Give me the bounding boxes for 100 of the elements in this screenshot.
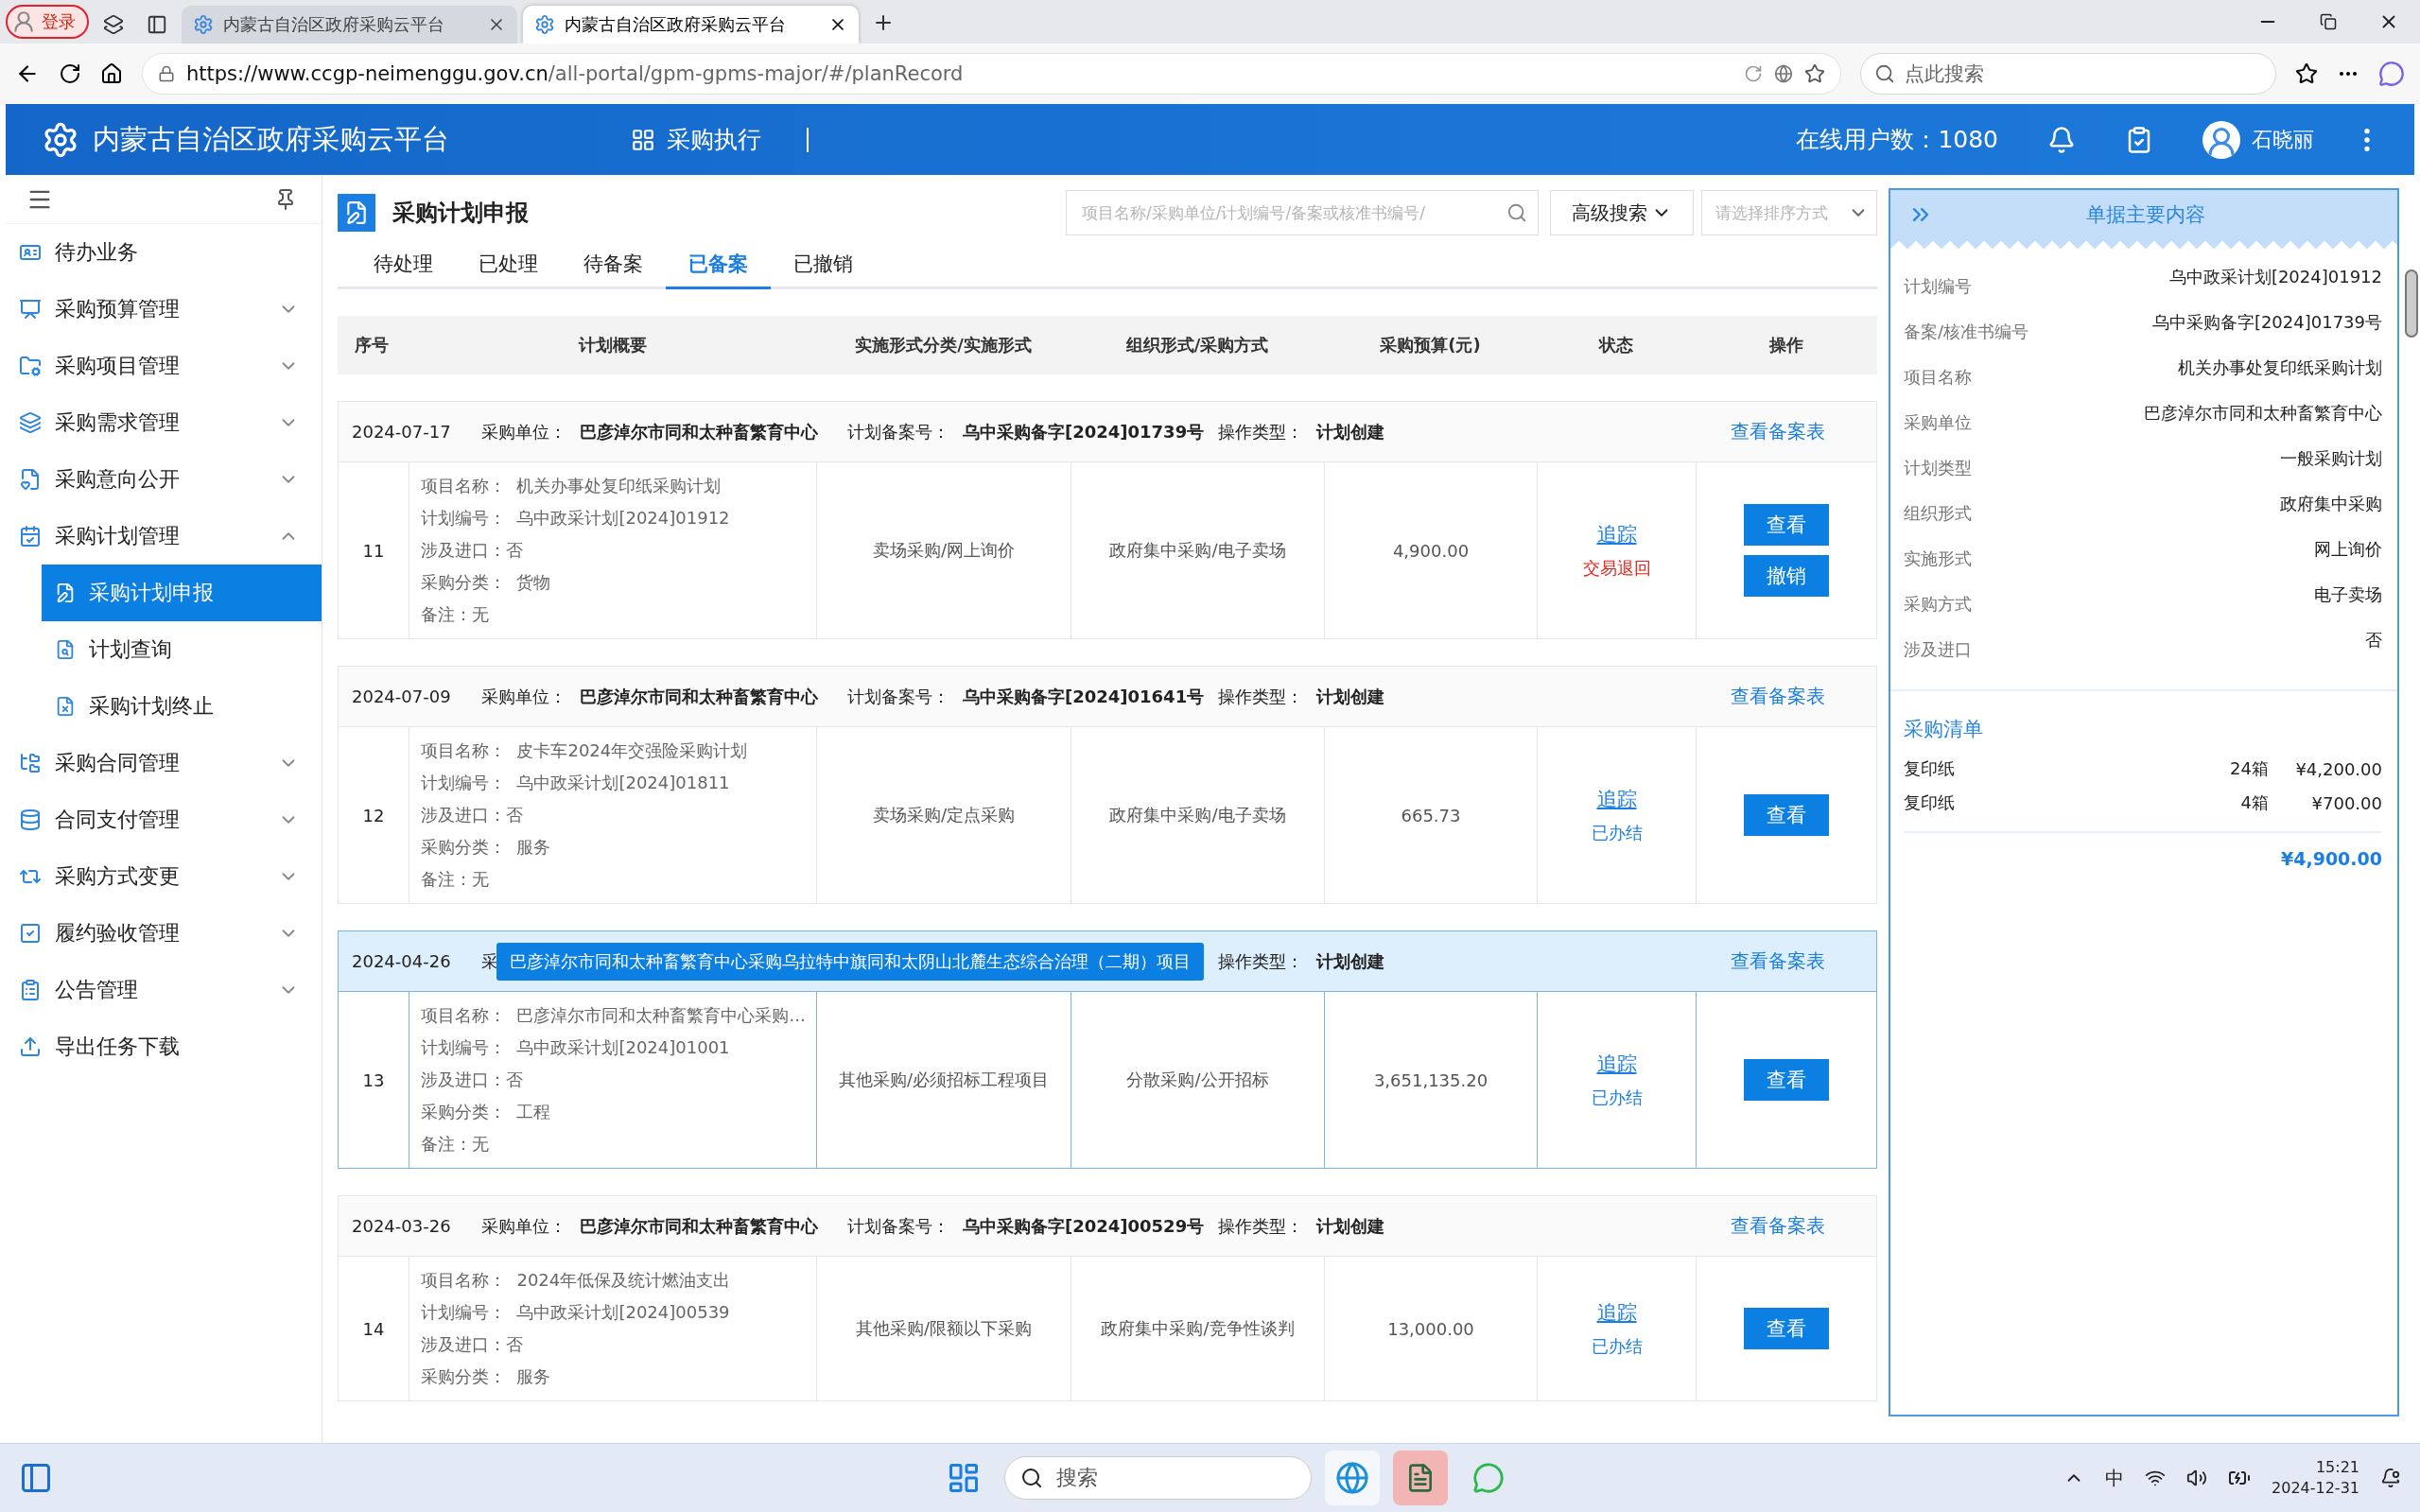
field-label: 实施形式 <box>1904 547 1972 570</box>
sidebar-item[interactable]: 待办业务 <box>6 224 322 281</box>
table-cell: 卖场采购/网上询价 <box>872 539 1016 562</box>
field-value: 巴彦淖尔市同和太种畜繁育中心 <box>580 1214 818 1238</box>
item-name: 复印纸 <box>1904 791 1956 814</box>
sidebar-item[interactable]: 采购方式变更 <box>6 848 322 905</box>
sidebar-item[interactable]: 采购计划管理 <box>6 508 322 565</box>
action-button[interactable]: 查看 <box>1744 504 1829 546</box>
profile-button[interactable]: 登录 <box>6 5 89 39</box>
favorites-icon[interactable] <box>2295 62 2318 85</box>
sidebar-subitem[interactable]: 采购计划终止 <box>42 678 322 735</box>
view-filing-link[interactable]: 查看备案表 <box>1731 684 1876 709</box>
column-header: 状态 <box>1597 334 1634 356</box>
bell-icon[interactable] <box>2047 125 2076 154</box>
restore-icon[interactable] <box>2320 13 2337 30</box>
view-filing-link[interactable]: 查看备案表 <box>1731 1213 1876 1239</box>
plan-detail-text: 涉及进口：否 <box>421 804 523 826</box>
action-button[interactable]: 查看 <box>1744 1308 1829 1349</box>
track-link[interactable]: 追踪 <box>1596 521 1637 547</box>
plan-detail-text: 涉及进口：否 <box>421 1069 523 1091</box>
start-icon[interactable] <box>947 1461 981 1495</box>
browser-icon[interactable] <box>1335 1461 1369 1495</box>
plan-detail-text: 项目名称： 巴彦淖尔市同和太种畜繁育中心采购... <box>421 1004 806 1027</box>
tab[interactable]: 已备案 <box>666 241 771 289</box>
track-link[interactable]: 追踪 <box>1596 1051 1637 1077</box>
tab[interactable]: 待备案 <box>561 241 666 289</box>
row-number: 14 <box>362 1318 385 1339</box>
search-field[interactable]: 项目名称/采购单位/计划编号/备案或核准书编号/ <box>1066 190 1539 235</box>
tab[interactable]: 已处理 <box>456 241 561 289</box>
module-menu[interactable]: 采购执行 <box>625 123 767 156</box>
sidebar-item[interactable]: 采购项目管理 <box>6 338 322 394</box>
calendar-check-icon <box>19 525 42 547</box>
plan-detail-text: 采购分类： 服务 <box>421 836 551 859</box>
search-icon[interactable] <box>1506 202 1527 223</box>
plan-detail-text: 计划编号： 乌中政采计划[2024]01001 <box>421 1036 730 1059</box>
sidebar-item[interactable]: 导出任务下载 <box>6 1018 322 1075</box>
user-name[interactable]: 石晓丽 <box>2252 125 2314 154</box>
plan-detail-text: 项目名称： 2024年低保及统计燃油支出 <box>421 1269 731 1292</box>
address-bar[interactable]: https://www.ccgp-neimenggu.gov.cn/all-portal/gpm-gpms-major/#/planRecord <box>142 53 1841 95</box>
document-heart-icon <box>19 468 42 491</box>
document-cancel-icon <box>55 696 76 717</box>
track-link[interactable]: 追踪 <box>1596 786 1637 812</box>
sidebar-item[interactable]: 采购意向公开 <box>6 451 322 508</box>
refresh-icon[interactable] <box>1744 64 1763 83</box>
tab[interactable]: 待处理 <box>351 241 456 289</box>
action-button[interactable]: 查看 <box>1744 1059 1829 1101</box>
widgets-icon[interactable] <box>19 1461 53 1495</box>
field-value: 计划创建 <box>1316 685 1384 708</box>
reload-icon[interactable] <box>59 62 81 85</box>
field-value: 电子卖场 <box>2314 583 2382 606</box>
user-avatar[interactable] <box>2202 120 2240 159</box>
document-pen-icon <box>55 582 76 603</box>
sidebar-item[interactable]: 采购需求管理 <box>6 394 322 451</box>
gear-icon <box>534 14 555 35</box>
field-value: 乌中采购备字[2024]01739号 <box>2151 311 2382 334</box>
sidebar-item[interactable]: 合同支付管理 <box>6 791 322 848</box>
browser-tab[interactable]: 内蒙古自治区政府采购云平台 <box>523 6 859 43</box>
star-icon[interactable] <box>1804 63 1825 84</box>
status-text: 已办结 <box>1591 1335 1643 1358</box>
item-price: ¥4,200.00 <box>2294 758 2382 779</box>
clock[interactable]: 15:21 2024-12-31 <box>2272 1457 2359 1499</box>
checkbox-icon <box>19 922 42 945</box>
field-label: 操作类型： <box>1218 949 1303 973</box>
status-text: 已办结 <box>1591 1086 1643 1109</box>
sidebar-subitem[interactable]: 采购计划申报 <box>42 565 322 621</box>
home-icon[interactable] <box>100 62 123 85</box>
plan-detail-text: 涉及进口：否 <box>421 1333 523 1356</box>
field-label: 采购单位： <box>481 420 566 443</box>
scrollbar-thumb[interactable] <box>2405 269 2418 338</box>
sidebar-item[interactable]: 履约验收管理 <box>6 905 322 962</box>
notification-icon[interactable] <box>2380 1468 2401 1488</box>
field-label: 计划备案号： <box>847 420 949 443</box>
browser-tab[interactable]: 内蒙古自治区政府采购云平台 <box>182 6 517 43</box>
tab[interactable]: 已撤销 <box>771 241 876 289</box>
field-value: 乌中采购备字[2024]00529号 <box>963 1214 1205 1238</box>
record-date: 2024-07-09 <box>352 686 452 706</box>
budget-cell: 4,900.00 <box>1392 540 1470 561</box>
plan-detail-text: 备注：无 <box>421 1133 489 1156</box>
field-value: 网上询价 <box>2314 538 2382 561</box>
speaker-icon[interactable] <box>2186 1468 2207 1488</box>
taskbar-search[interactable]: 搜索 <box>1004 1456 1312 1500</box>
search-field[interactable]: 点此搜索 <box>1860 53 2276 95</box>
field-value: 乌中采购备字[2024]01641号 <box>963 685 1205 708</box>
sidebar-item[interactable]: 公告管理 <box>6 962 322 1018</box>
plan-detail-text: 采购分类： 服务 <box>421 1365 551 1388</box>
sidebar-item[interactable]: 采购预算管理 <box>6 281 322 338</box>
advanced-search-button[interactable]: 高级搜索 <box>1550 190 1694 235</box>
sidebar-item[interactable]: 采购合同管理 <box>6 735 322 791</box>
column-header: 序号 <box>354 334 390 356</box>
sidebar-subitem[interactable]: 计划查询 <box>42 621 322 678</box>
table-cell: 其他采购/限额以下采购 <box>855 1317 1033 1340</box>
track-link[interactable]: 追踪 <box>1596 1299 1637 1326</box>
field-value: 乌中政采计划[2024]01912 <box>2168 266 2382 288</box>
section-title: 采购清单 <box>1903 717 1984 742</box>
document-pen-icon <box>338 194 375 232</box>
view-filing-link[interactable]: 查看备案表 <box>1731 419 1876 444</box>
action-button[interactable]: 查看 <box>1744 794 1829 836</box>
action-button[interactable]: 撤销 <box>1744 555 1829 597</box>
table-cell: 政府集中采购/电子卖场 <box>1109 539 1286 562</box>
input-method[interactable]: 中 <box>2105 1465 2124 1491</box>
